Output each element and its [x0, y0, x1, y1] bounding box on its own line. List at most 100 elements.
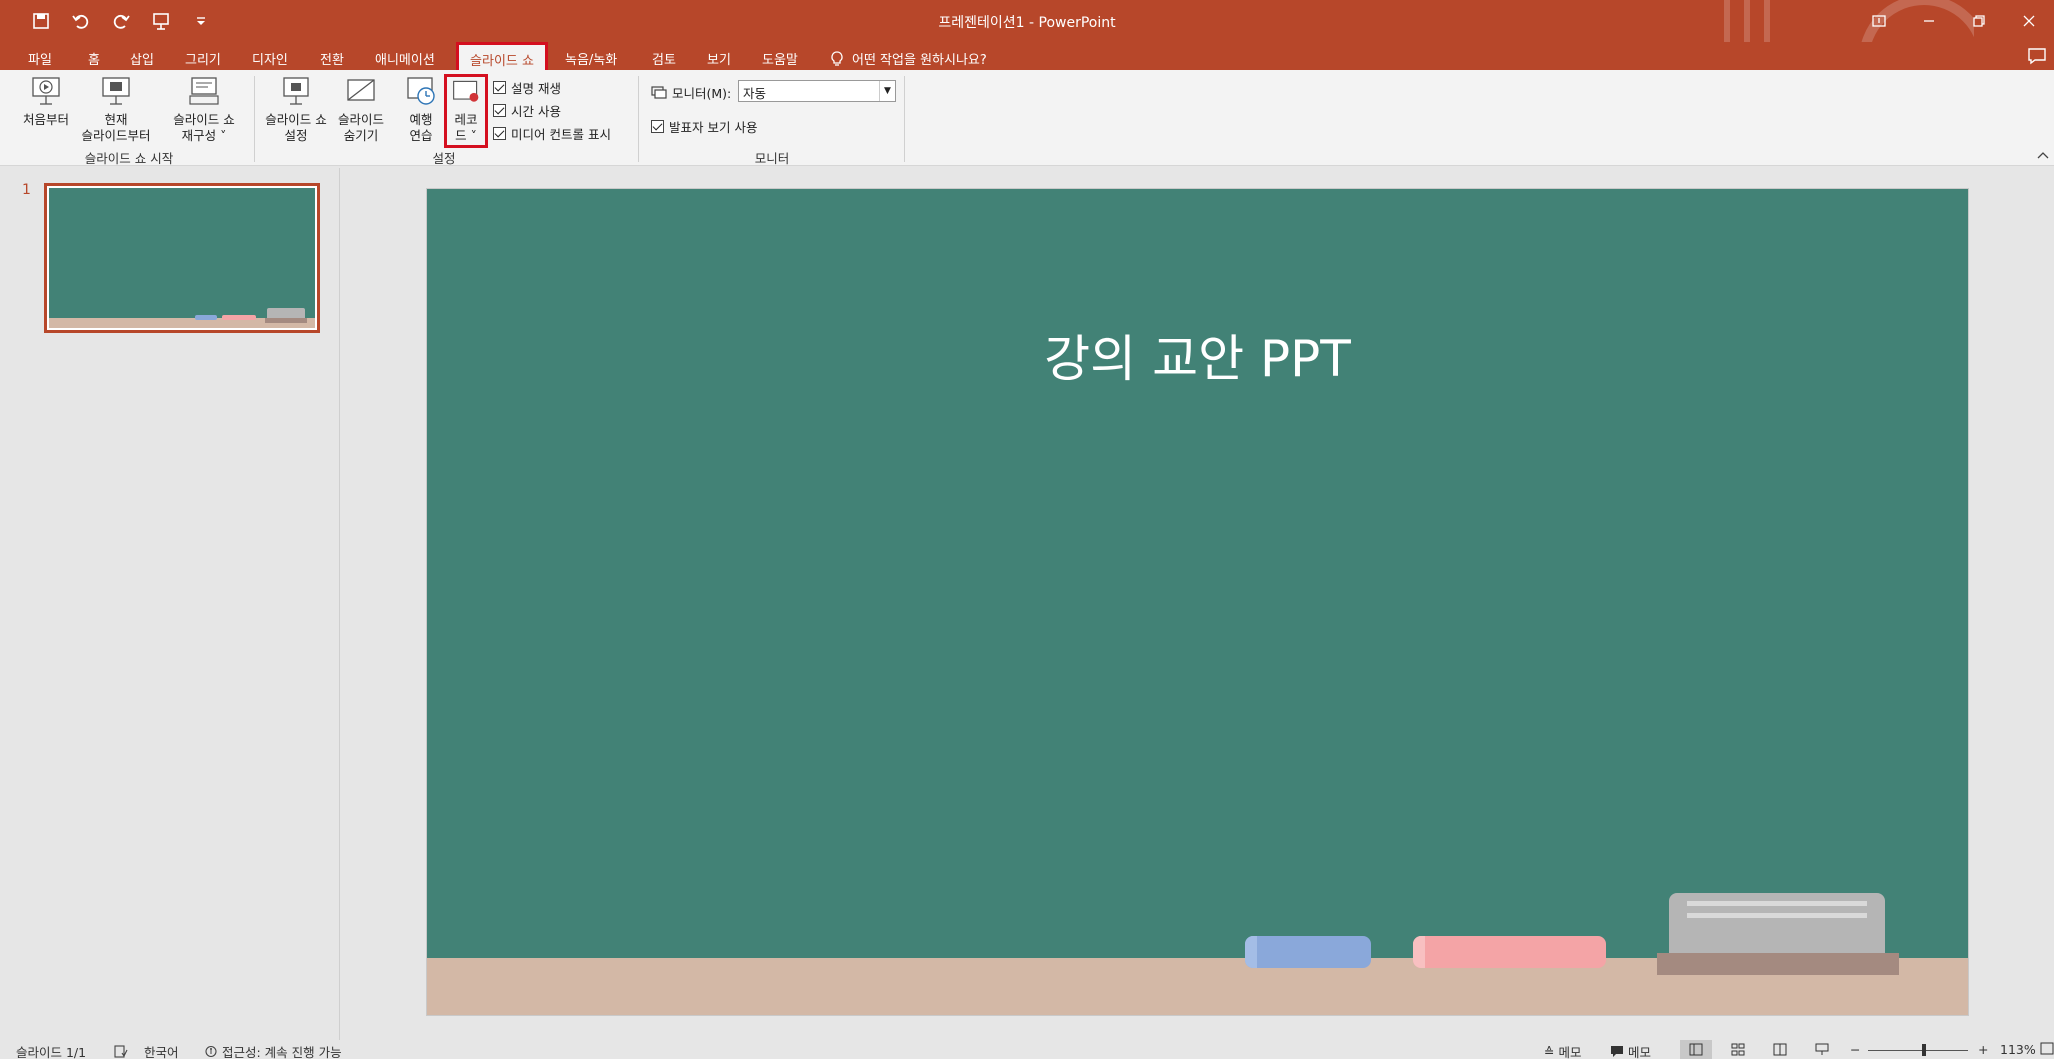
group-separator — [254, 76, 255, 162]
tab-home[interactable]: 홈 — [78, 45, 110, 70]
tab-transitions[interactable]: 전환 — [310, 45, 354, 70]
zoom-level[interactable]: 113% — [2000, 1042, 2036, 1057]
hide-slide-button[interactable]: 슬라이드 숨기기 — [330, 76, 392, 144]
play-narrations-label: 설명 재생 — [511, 81, 561, 96]
custom-show-label-2: 재구성 ˅ — [181, 128, 227, 143]
accessibility-indicator[interactable]: 접근성: 계속 진행 가능 — [204, 1042, 342, 1059]
tab-recording[interactable]: 녹음/녹화 — [555, 45, 627, 70]
custom-slide-show-button[interactable]: 슬라이드 쇼 재구성 ˅ — [166, 76, 242, 144]
hide-label-2: 숨기기 — [343, 128, 379, 143]
accessibility-icon — [205, 1045, 217, 1058]
group-label-monitor: 모니터 — [754, 151, 790, 166]
reading-view-icon — [1773, 1043, 1787, 1056]
reading-view-button[interactable] — [1764, 1040, 1796, 1059]
tab-design[interactable]: 디자인 — [242, 45, 298, 70]
eraser — [1669, 893, 1885, 957]
chevron-down-icon: ▼ — [879, 81, 895, 101]
show-media-controls-checkbox[interactable]: 미디어 컨트롤 표시 — [493, 124, 611, 143]
use-timings-label: 시간 사용 — [511, 104, 561, 119]
checkbox-checked-icon — [651, 120, 664, 133]
comments-label: 메모 — [1628, 1045, 1652, 1059]
window-title: 프레젠테이션1 - PowerPoint — [938, 15, 1116, 31]
tab-review[interactable]: 검토 — [642, 45, 686, 70]
use-timings-checkbox[interactable]: 시간 사용 — [493, 101, 561, 120]
rehearse-label-1: 예행 — [409, 112, 433, 127]
slide-sorter-button[interactable] — [1722, 1040, 1754, 1059]
set-up-slide-show-button[interactable]: 슬라이드 쇼 설정 — [258, 76, 334, 144]
zoom-in-button[interactable]: + — [1978, 1042, 1988, 1057]
group-label-start: 슬라이드 쇼 시작 — [84, 151, 174, 166]
tell-me-search[interactable]: 어떤 작업을 원하시나요? — [830, 45, 987, 72]
from-current-slide-button[interactable]: 현재 슬라이드부터 — [76, 76, 156, 144]
play-narrations-checkbox[interactable]: 설명 재생 — [493, 78, 561, 97]
tab-animations[interactable]: 애니메이션 — [365, 45, 445, 70]
accessibility-label: 접근성: 계속 진행 가능 — [222, 1045, 342, 1059]
show-media-controls-label: 미디어 컨트롤 표시 — [511, 127, 611, 142]
checkbox-checked-icon — [493, 81, 506, 94]
from-current-label-1: 현재 — [104, 112, 128, 127]
title-bar: 프레젠테이션1 - PowerPoint — [0, 0, 2054, 42]
hide-slide-icon — [347, 79, 375, 101]
rehearse-timings-button[interactable]: 예행 연습 — [398, 76, 444, 144]
checkbox-checked-icon — [493, 127, 506, 140]
fit-to-window-button[interactable] — [2040, 1042, 2054, 1055]
presenter-view-label: 발표자 보기 사용 — [669, 120, 758, 135]
comments-button[interactable]: 메모 — [1610, 1042, 1651, 1059]
slide-show-view-button[interactable] — [1806, 1040, 1838, 1059]
monitor-dropdown[interactable]: 자동 ▼ — [738, 80, 896, 102]
spelling-check-icon — [114, 1045, 128, 1058]
thumbnail-preview — [49, 188, 315, 328]
close-icon[interactable] — [2004, 0, 2054, 42]
ribbon-display-options-icon[interactable] — [1854, 0, 1904, 42]
tab-draw[interactable]: 그리기 — [175, 45, 231, 70]
fit-window-icon — [2040, 1042, 2054, 1055]
slide-thumbnail[interactable] — [44, 183, 320, 333]
from-beginning-label: 처음부터 — [22, 112, 69, 127]
monitor-icon — [651, 85, 667, 99]
zoom-slider[interactable] — [1868, 1050, 1968, 1051]
tab-slide-show[interactable]: 슬라이드 쇼 — [456, 42, 548, 70]
setup-label-2: 설정 — [284, 128, 308, 143]
presenter-view-checkbox[interactable]: 발표자 보기 사용 — [651, 117, 757, 136]
zoom-out-button[interactable]: − — [1850, 1042, 1860, 1057]
slide-show-icon — [1815, 1043, 1829, 1055]
normal-view-icon — [1689, 1043, 1703, 1056]
monitor-label-wrap: 모니터(M): — [651, 83, 731, 102]
hide-label-1: 슬라이드 — [337, 112, 384, 127]
tab-help[interactable]: 도움말 — [752, 45, 808, 70]
monitor-value: 자동 — [743, 86, 767, 101]
slide-editing-area: 강의 교안 PPT — [342, 168, 2054, 1040]
ribbon: 처음부터 현재 슬라이드부터 슬라이드 쇼 재구성 ˅ 슬라이드 쇼 시작 슬라… — [0, 70, 2054, 166]
normal-view-button[interactable] — [1680, 1040, 1712, 1059]
tell-me-text: 어떤 작업을 원하시나요? — [852, 53, 987, 68]
notes-button[interactable]: ≙ 메모 — [1544, 1042, 1582, 1059]
eraser-base — [1657, 953, 1899, 975]
tab-view[interactable]: 보기 — [697, 45, 741, 70]
notes-label: 메모 — [1558, 1045, 1582, 1059]
group-label-setup: 설정 — [432, 151, 456, 166]
slide-counter: 슬라이드 1/1 — [16, 1045, 87, 1059]
group-separator — [638, 76, 639, 162]
language-indicator[interactable]: 한국어 — [114, 1042, 179, 1059]
ribbon-tabs: 파일 홈 삽입 그리기 디자인 전환 애니메이션 슬라이드 쇼 녹음/녹화 검토… — [0, 42, 2054, 70]
checkbox-checked-icon — [493, 104, 506, 117]
rehearse-label-2: 연습 — [409, 128, 433, 143]
pink-chalk — [1413, 936, 1606, 968]
minimize-icon[interactable] — [1904, 0, 1954, 42]
comment-bubble-icon — [1611, 1046, 1623, 1057]
setup-label-1: 슬라이드 쇼 — [265, 112, 327, 127]
blue-chalk — [1245, 936, 1371, 968]
rehearse-timings-icon — [407, 77, 435, 105]
tab-insert[interactable]: 삽입 — [120, 45, 164, 70]
custom-slide-show-icon — [189, 77, 219, 105]
slide-title[interactable]: 강의 교안 PPT — [427, 319, 1968, 391]
set-up-show-icon — [283, 77, 309, 105]
slide-canvas[interactable]: 강의 교안 PPT — [427, 189, 1968, 1015]
collapse-ribbon-icon[interactable] — [2036, 148, 2050, 162]
present-from-current-icon — [102, 77, 130, 105]
from-beginning-button[interactable]: 처음부터 — [14, 76, 78, 128]
tab-file[interactable]: 파일 — [18, 45, 62, 70]
comments-icon[interactable] — [2026, 46, 2048, 66]
restore-icon[interactable] — [1954, 0, 2004, 42]
zoom-slider-thumb[interactable] — [1922, 1044, 1926, 1056]
